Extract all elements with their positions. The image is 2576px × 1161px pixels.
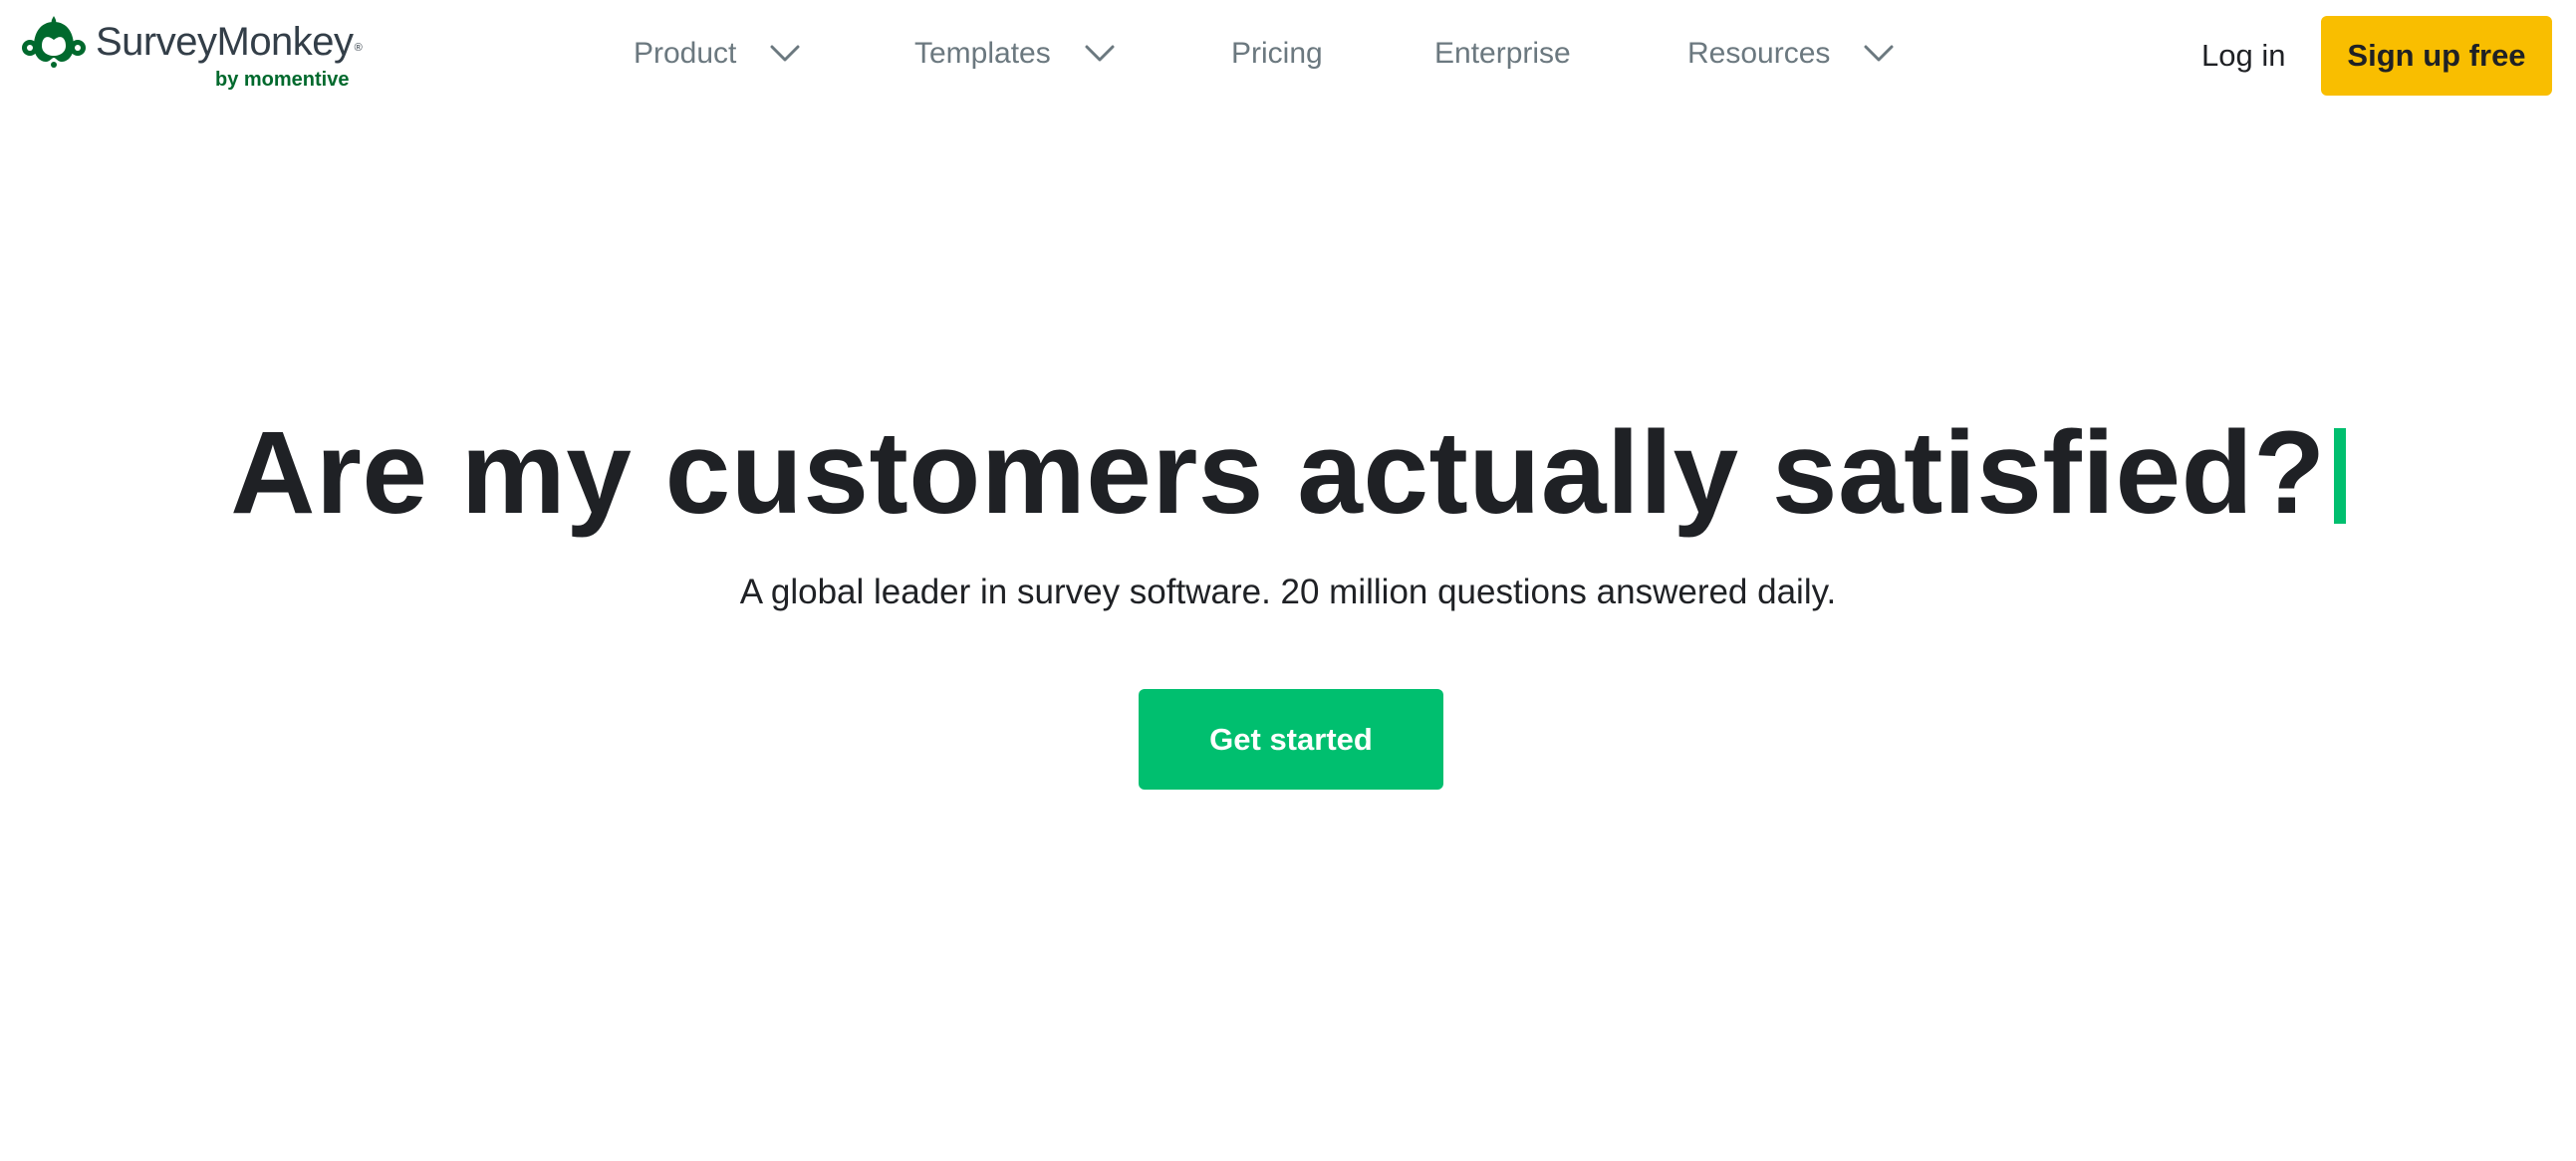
get-started-button[interactable]: Get started <box>1139 689 1443 790</box>
brand-tagline: by momentive <box>215 69 350 91</box>
signup-button[interactable]: Sign up free <box>2321 16 2552 96</box>
chevron-down-icon <box>770 45 800 62</box>
typing-cursor <box>2333 427 2346 524</box>
nav-item-label: Templates <box>914 37 1051 70</box>
login-link[interactable]: Log in <box>2201 32 2285 80</box>
nav-item-resources[interactable]: Resources <box>1687 30 1894 78</box>
chevron-down-icon <box>1864 45 1894 62</box>
nav-item-label: Enterprise <box>1434 37 1571 70</box>
nav-item-pricing[interactable]: Pricing <box>1231 30 1323 78</box>
surveymonkey-logo[interactable]: SurveyMonkey® by momentive <box>20 16 363 96</box>
site-header: SurveyMonkey® by momentive Product Templ… <box>0 0 2576 112</box>
registered-mark: ® <box>354 42 363 54</box>
hero-subtitle: A global leader in survey software. 20 m… <box>739 573 1837 611</box>
nav-item-label: Product <box>634 37 737 70</box>
hero-subtitle-container: A global leader in survey software. 20 m… <box>0 568 2576 617</box>
nav-item-templates[interactable]: Templates <box>914 30 1115 78</box>
nav-item-product[interactable]: Product <box>634 30 800 78</box>
hero-title-container: Are my customers actually satisfied? <box>0 398 2576 548</box>
chevron-down-icon <box>1085 45 1115 62</box>
brand-name: SurveyMonkey® <box>96 20 363 64</box>
page: SurveyMonkey® by momentive Product Templ… <box>0 0 2576 1161</box>
hero-title: Are my customers actually satisfied? <box>230 398 2346 548</box>
nav-item-enterprise[interactable]: Enterprise <box>1434 30 1571 78</box>
hero-title-text: Are my customers actually satisfied? <box>230 407 2326 539</box>
nav-item-label: Pricing <box>1231 37 1323 70</box>
nav-item-label: Resources <box>1687 37 1831 70</box>
monkey-logo-icon <box>22 16 86 68</box>
